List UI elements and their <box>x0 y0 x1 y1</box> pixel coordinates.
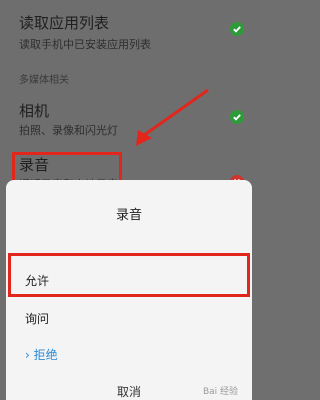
option-ask[interactable]: 询问 <box>25 310 49 327</box>
option-deny[interactable]: › 拒绝 <box>25 346 58 363</box>
option-deny-label: 拒绝 <box>33 348 58 362</box>
watermark-text: Bai 经验 <box>202 387 238 397</box>
highlight-box-allow <box>8 253 250 297</box>
dialog-title: 录音 <box>115 208 142 223</box>
selected-chevron-icon: › <box>25 348 30 362</box>
